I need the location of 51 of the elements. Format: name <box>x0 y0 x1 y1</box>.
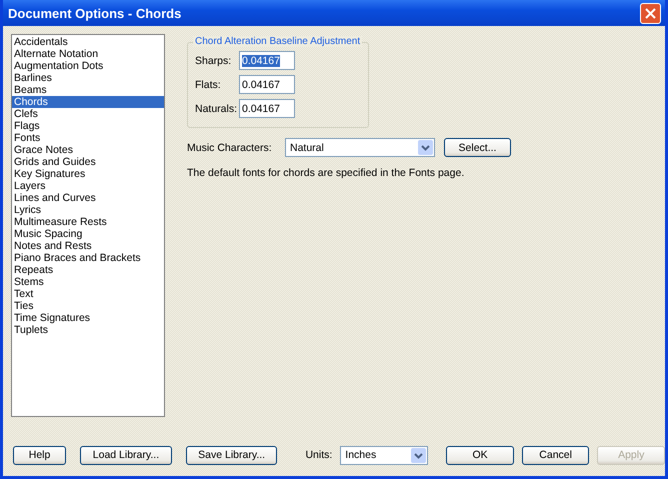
category-item[interactable]: Multimeasure Rests <box>12 216 164 228</box>
category-item[interactable]: Augmentation Dots <box>12 60 164 72</box>
category-item[interactable]: Ties <box>12 300 164 312</box>
category-item[interactable]: Repeats <box>12 264 164 276</box>
music-characters-dropdown[interactable]: Natural <box>285 138 435 157</box>
category-item[interactable]: Tuplets <box>12 324 164 336</box>
category-item[interactable]: Grids and Guides <box>12 156 164 168</box>
action-button[interactable]: Cancel <box>522 446 590 464</box>
input-field[interactable]: 0.04167 <box>239 51 295 70</box>
chevron-down-icon[interactable] <box>411 448 426 462</box>
close-button[interactable] <box>640 2 661 24</box>
category-item[interactable]: Lyrics <box>12 204 164 216</box>
category-item[interactable]: Beams <box>12 84 164 96</box>
category-item[interactable]: Music Spacing <box>12 228 164 240</box>
category-item[interactable]: Grace Notes <box>12 144 164 156</box>
field-value: 0.04167 <box>242 102 280 114</box>
chevron-down-icon[interactable] <box>418 140 433 155</box>
category-item[interactable]: Accidentals <box>12 36 164 48</box>
category-item[interactable]: Lines and Curves <box>12 192 164 204</box>
footer-button[interactable]: Help <box>13 446 66 464</box>
category-item[interactable]: Time Signatures <box>12 312 164 324</box>
input-field[interactable]: 0.04167 <box>239 99 295 118</box>
category-item[interactable]: Alternate Notation <box>12 48 164 60</box>
input-field[interactable]: 0.04167 <box>239 75 295 94</box>
category-item[interactable]: Barlines <box>12 72 164 84</box>
units-label: Units: <box>305 449 332 461</box>
category-item[interactable]: Layers <box>12 180 164 192</box>
group-title: Chord Alteration Baseline Adjustment <box>193 36 362 47</box>
category-item[interactable]: Key Signatures <box>12 168 164 180</box>
field-value: 0.04167 <box>242 78 280 90</box>
category-item[interactable]: Fonts <box>12 132 164 144</box>
close-icon <box>645 8 656 18</box>
field-value: 0.04167 <box>242 54 280 66</box>
category-item[interactable]: Chords <box>12 96 164 108</box>
category-item[interactable]: Piano Braces and Brackets <box>12 252 164 264</box>
footer-button[interactable]: Load Library... <box>80 446 172 464</box>
category-item[interactable]: Flags <box>12 120 164 132</box>
category-item[interactable]: Clefs <box>12 108 164 120</box>
units-dropdown[interactable]: Inches <box>340 446 428 464</box>
select-button[interactable]: Select... <box>444 138 511 157</box>
field-label: Naturals: <box>195 102 238 114</box>
category-item[interactable]: Text <box>12 288 164 300</box>
field-label: Flats: <box>195 78 222 90</box>
category-item[interactable]: Stems <box>12 276 164 288</box>
footer-button[interactable]: Save Library... <box>186 446 278 464</box>
field-label: Sharps: <box>195 54 232 66</box>
field-label: Music Characters: <box>187 142 273 154</box>
category-item[interactable]: Notes and Rests <box>12 240 164 252</box>
action-button[interactable]: OK <box>446 446 514 464</box>
info-text: The default fonts for chords are specified in the Fonts page. <box>187 167 466 179</box>
window-title: Document Options - Chords <box>8 6 182 20</box>
